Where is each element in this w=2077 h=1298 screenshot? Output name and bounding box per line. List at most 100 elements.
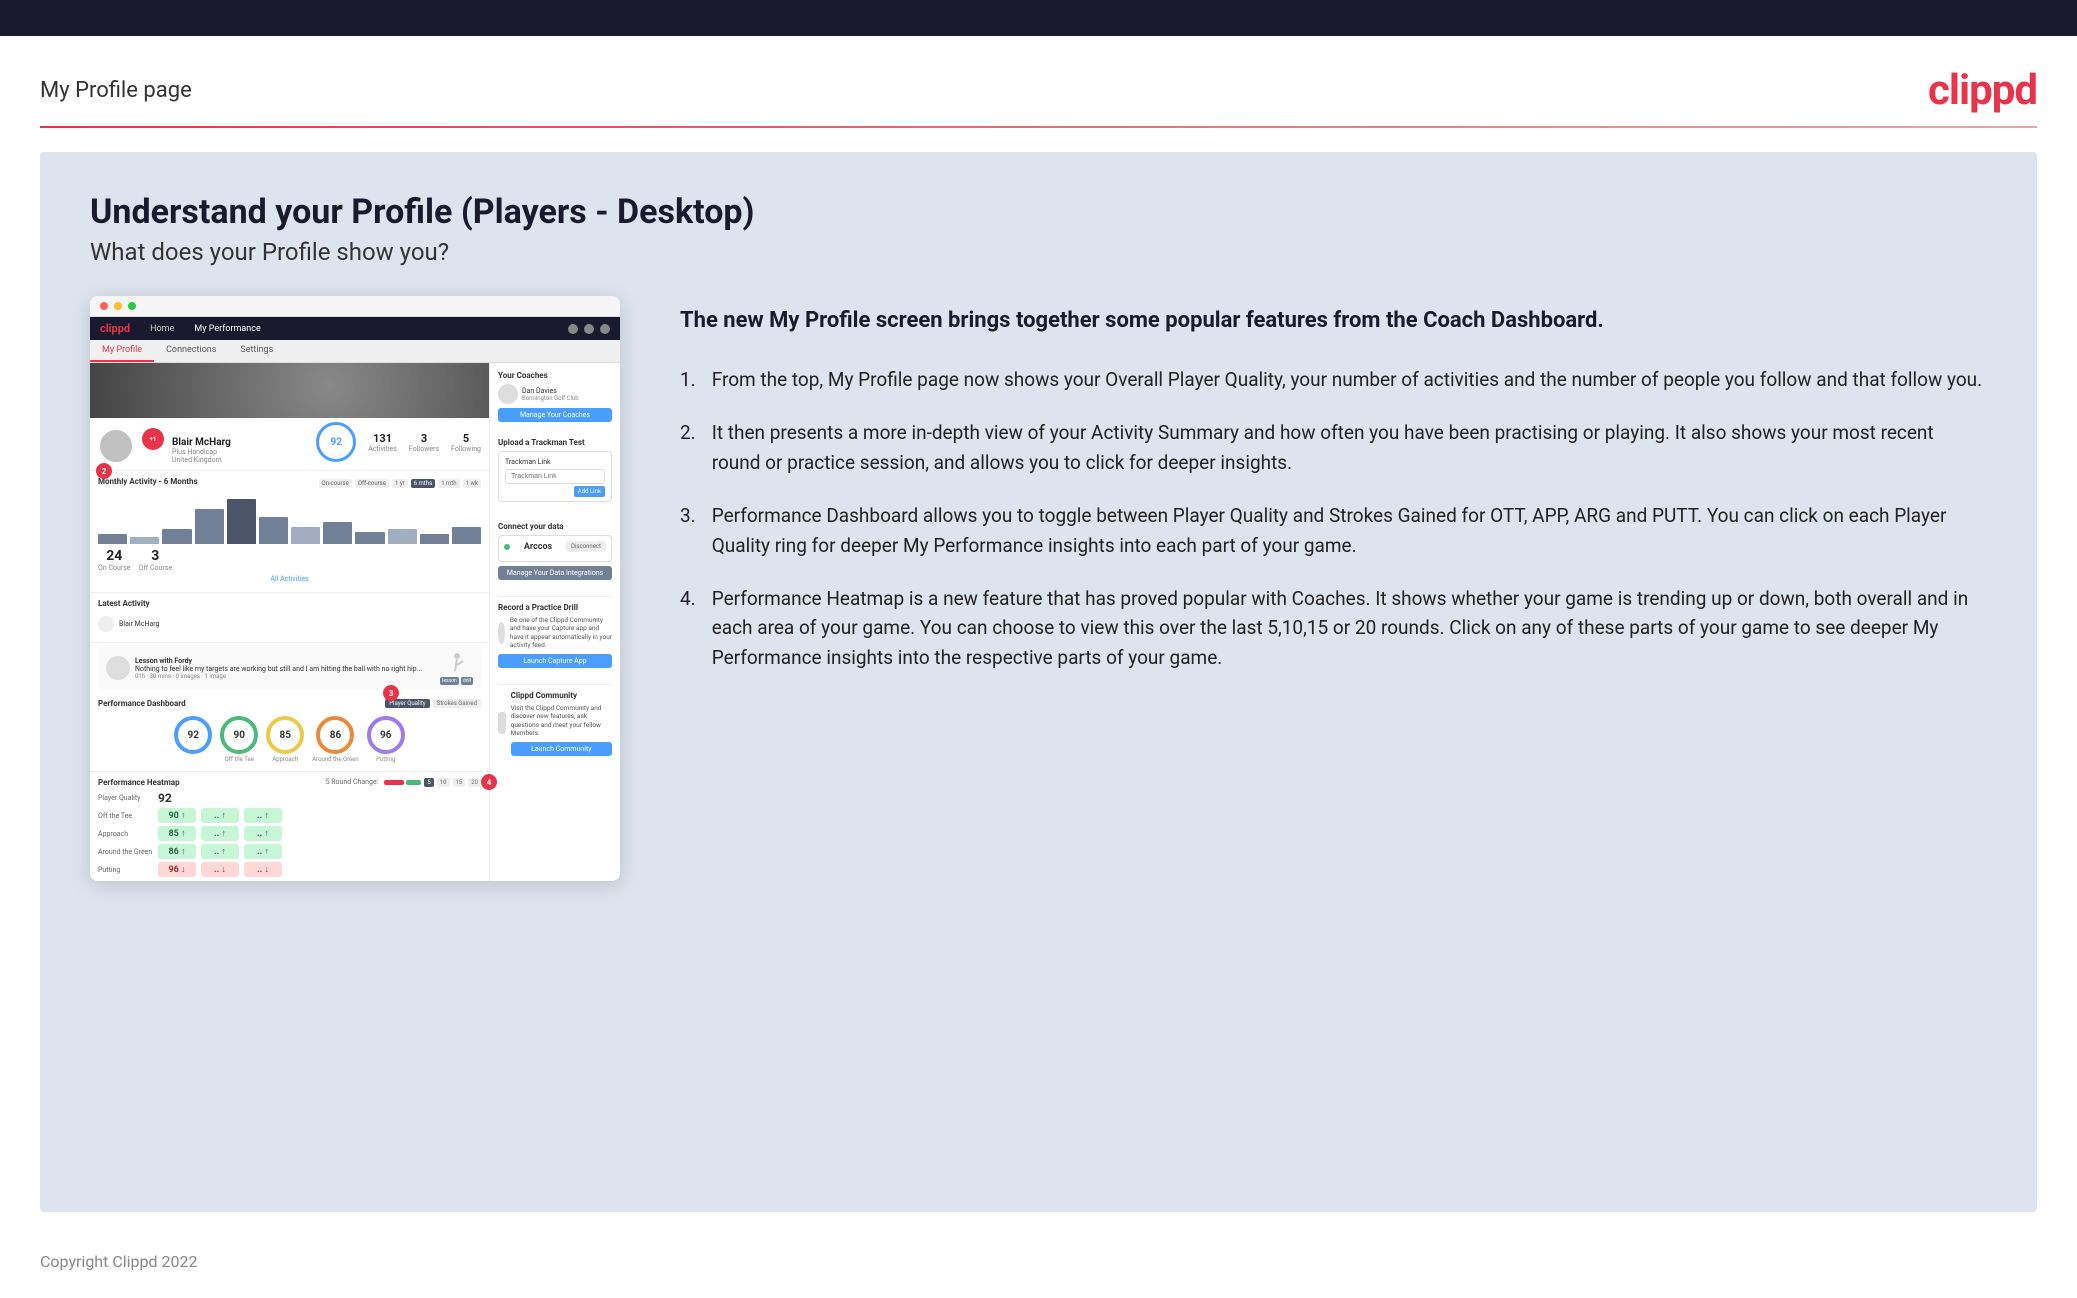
- lesson-avatar: [106, 656, 130, 680]
- launch-capture-button[interactable]: Launch Capture App: [498, 654, 612, 668]
- heatmap-btn-10[interactable]: 10: [437, 778, 450, 787]
- heatmap-btn-20[interactable]: 20: [468, 778, 481, 787]
- bar-9: [355, 532, 384, 545]
- list-item-3: 3. Performance Dashboard allows you to t…: [680, 501, 1987, 560]
- activity-title: Monthly Activity - 6 Months: [98, 477, 198, 486]
- filter-1wk[interactable]: 1 wk: [463, 479, 481, 488]
- trend-green: [406, 780, 421, 785]
- feature-list: 1. From the top, My Profile page now sho…: [680, 365, 1987, 673]
- drill-text: Be one of the Clippd Community and have …: [510, 616, 612, 650]
- mockup-tab-settings[interactable]: Settings: [228, 340, 285, 362]
- heatmap-header: Performance Heatmap 5 Round Change: 5 10: [98, 778, 481, 787]
- following-value: 5: [451, 432, 481, 445]
- heatmap-cell-putt-2[interactable]: .. ↓: [201, 862, 239, 877]
- badge-lesson: lesson: [440, 677, 459, 685]
- trend-indicators: [384, 778, 421, 787]
- heatmap-cell-ott-2[interactable]: .. ↑: [201, 808, 239, 823]
- drill-section: Record a Practice Drill Be one of the Cl…: [498, 596, 612, 668]
- copyright-text: Copyright Clippd 2022: [40, 1252, 197, 1271]
- page-title: My Profile page: [40, 78, 192, 103]
- mockup-tabs: My Profile Connections Settings: [90, 340, 620, 363]
- ring-ott-label: Off the Tee: [225, 756, 254, 763]
- filter-6mths[interactable]: 6 mths: [411, 479, 436, 488]
- manage-integrations-button[interactable]: Manage Your Data Integrations: [498, 566, 612, 580]
- heatmap-cell-ott-1[interactable]: 90 ↑: [158, 808, 196, 823]
- perf-toggle-strokes[interactable]: Strokes Gained: [433, 699, 481, 708]
- mockup-tab-connections[interactable]: Connections: [154, 340, 228, 362]
- ring-arg-label: Around the Green: [312, 756, 358, 763]
- heatmap-cell-app-2[interactable]: .. ↑: [201, 826, 239, 841]
- heatmap-cell-app-3[interactable]: .. ↑: [244, 826, 282, 841]
- quality-ring: 92: [316, 422, 356, 462]
- heatmap-cell-putt-1[interactable]: 96 ↓: [158, 862, 196, 877]
- heatmap-row-putt: Putting 96 ↓ .. ↓ .. ↓: [98, 862, 481, 877]
- on-course-value: 24: [98, 548, 131, 564]
- heatmap-btn-5[interactable]: 5: [424, 778, 433, 787]
- main-heading: Understand your Profile (Players - Deskt…: [90, 192, 1987, 232]
- top-bar: [0, 0, 2077, 36]
- ring-ott-val: 90: [220, 716, 258, 754]
- heatmap-cell-putt-3[interactable]: .. ↓: [244, 862, 282, 877]
- on-off-row: 24 On Course 3 Off Course: [98, 548, 481, 572]
- activity-section: 2 Monthly Activity - 6 Months On-course …: [90, 471, 489, 593]
- perf-rings: 92 90 Off the Tee 85 Approach: [98, 712, 481, 767]
- profile-banner: [90, 363, 489, 418]
- manage-coaches-button[interactable]: Manage Your Coaches: [498, 408, 612, 422]
- heatmap-cell-app-1[interactable]: 85 ↑: [158, 826, 196, 841]
- heatmap-cell-arg-3[interactable]: .. ↑: [244, 844, 282, 859]
- off-course-value: 3: [139, 548, 173, 564]
- bar-11: [420, 534, 449, 544]
- heatmap-label-putt: Putting: [98, 866, 153, 874]
- badge-4: 4: [481, 774, 497, 790]
- list-num-4: 4.: [680, 584, 696, 672]
- add-link-button[interactable]: Add Link: [505, 487, 605, 495]
- community-section: Clippd Community Visit the Clippd Commun…: [498, 684, 612, 756]
- chrome-dot-red: [100, 302, 108, 310]
- badge-3: 3: [383, 685, 399, 701]
- heatmap-cell-arg-1[interactable]: 86 ↑: [158, 844, 196, 859]
- heatmap-label-app: Approach: [98, 830, 153, 838]
- off-course-label: Off Course: [139, 564, 173, 572]
- on-course-stat: 24 On Course: [98, 548, 131, 572]
- lesson-meta: 01h · 30 mins · 0 images · 1 image: [135, 673, 435, 680]
- activity-item-icon: [98, 616, 114, 632]
- header-divider: [40, 126, 2037, 128]
- coach-name: Dan Davies: [522, 387, 579, 395]
- trend-red: [384, 780, 404, 785]
- filter-oncourse[interactable]: On-course: [319, 479, 352, 488]
- filter-1mth[interactable]: 1 mth: [438, 479, 459, 488]
- bar-4: [195, 509, 224, 544]
- connect-box: Arccos Disconnect: [498, 535, 612, 562]
- bar-7: [291, 527, 320, 545]
- activity-bar-chart: [98, 494, 481, 544]
- list-num-3: 3.: [680, 501, 696, 560]
- mockup-user-icon: [600, 324, 610, 334]
- drill-avatar: [498, 622, 505, 644]
- list-text-1: From the top, My Profile page now shows …: [712, 365, 1982, 394]
- all-activities-button[interactable]: All Activities: [98, 572, 481, 586]
- heatmap-cell-ott-3[interactable]: .. ↑: [244, 808, 282, 823]
- filter-1yr[interactable]: 1 yr: [392, 479, 408, 488]
- heatmap-row-app: Approach 85 ↑ .. ↑ .. ↑: [98, 826, 481, 841]
- heatmap-label-overall: Player Quality: [98, 794, 153, 802]
- trackman-box: Trackman Link Add Link: [498, 451, 612, 502]
- mockup-right-panel: Your Coaches Dan Davies Bonnington Golf …: [490, 363, 620, 881]
- disconnect-btn[interactable]: Disconnect: [566, 541, 606, 552]
- launch-community-button[interactable]: Launch Community: [511, 742, 612, 756]
- bar-2: [130, 537, 159, 545]
- golf-swing-icon: [445, 651, 469, 675]
- heatmap-cell-arg-2[interactable]: .. ↑: [201, 844, 239, 859]
- trackman-input[interactable]: [505, 469, 605, 484]
- chrome-dot-green: [128, 302, 136, 310]
- profile-stats-row: 92 131 Activities 3 Followers: [316, 422, 481, 464]
- mockup-tab-myprofile[interactable]: My Profile: [90, 340, 154, 362]
- list-item-4: 4. Performance Heatmap is a new feature …: [680, 584, 1987, 672]
- filter-offcourse[interactable]: Off-course: [355, 479, 389, 488]
- activities-label: Activities: [368, 445, 397, 453]
- heatmap-btn-15[interactable]: 15: [453, 778, 466, 787]
- heatmap-section: 4 Performance Heatmap 5 Round Change:: [90, 772, 489, 881]
- activities-stat: 131 Activities: [368, 432, 397, 453]
- heatmap-label-ott: Off the Tee: [98, 812, 153, 820]
- main-content: Understand your Profile (Players - Deskt…: [40, 152, 2037, 1212]
- connected-dot: [504, 544, 510, 550]
